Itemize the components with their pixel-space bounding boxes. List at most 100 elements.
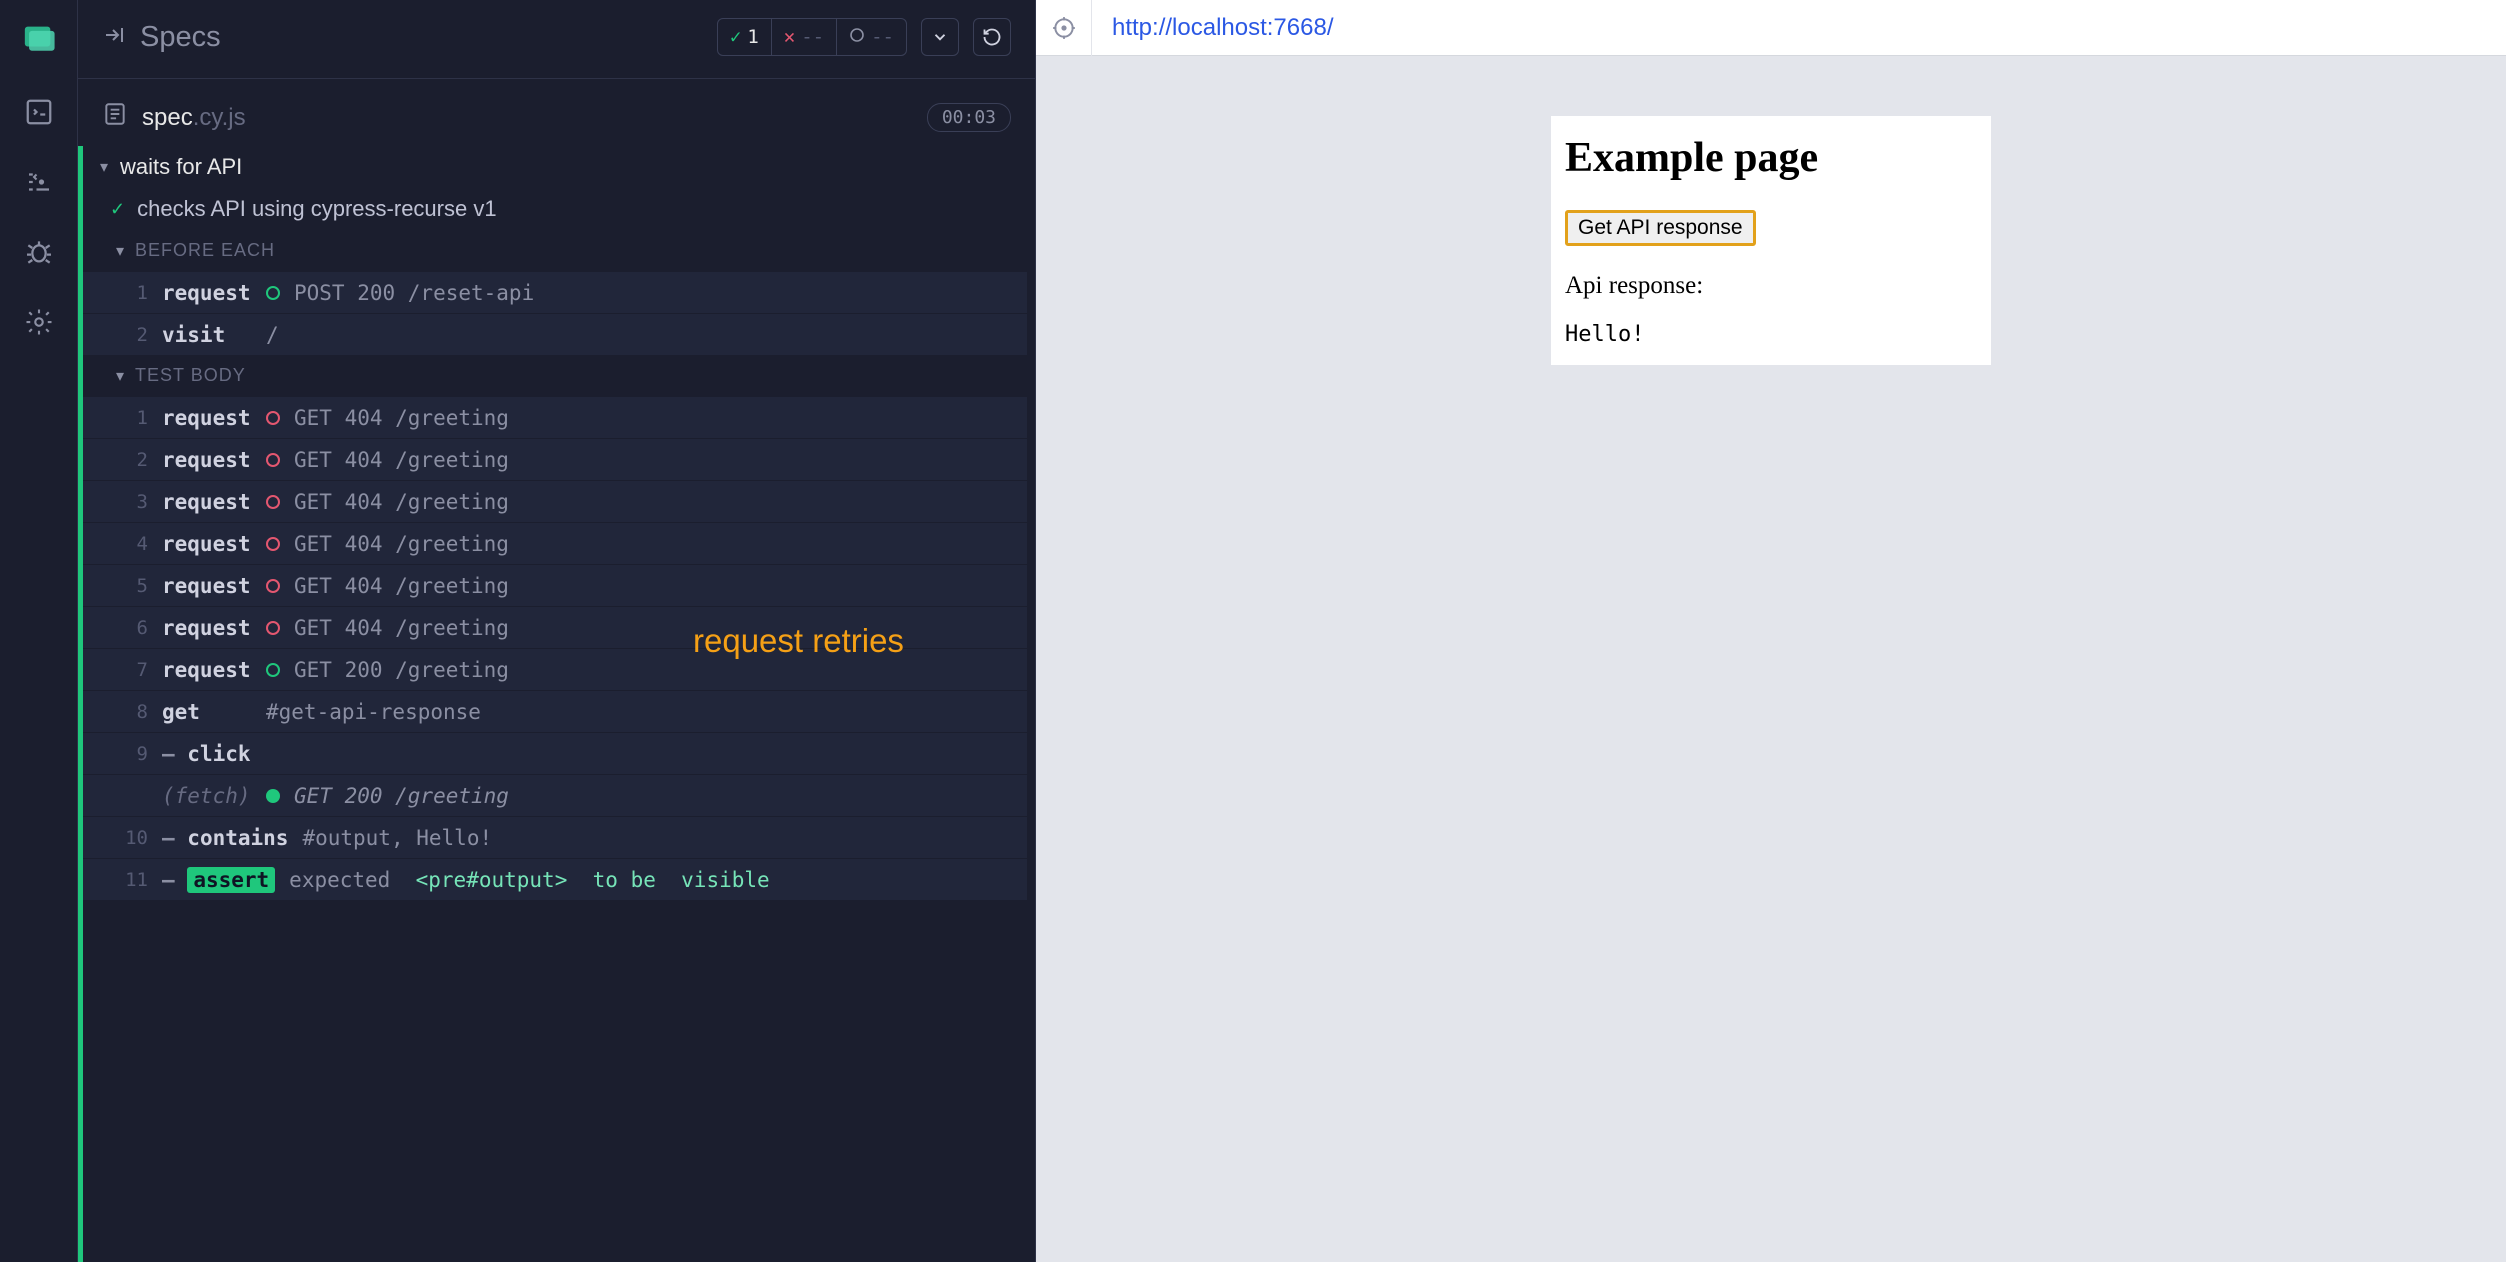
command-name: – assert [162, 868, 275, 892]
spec-file-ext: .cy.js [193, 104, 246, 131]
status-dot [266, 411, 280, 425]
command-number: 7 [116, 659, 148, 681]
pass-count: 1 [747, 26, 758, 48]
command-name: get [162, 700, 252, 724]
preview-url[interactable]: http://localhost:7668/ [1092, 14, 1353, 42]
status-dot [266, 789, 280, 803]
command-row[interactable]: 4 request GET 404 /greeting [82, 522, 1027, 564]
command-number: 2 [116, 449, 148, 471]
command-args: GET 200 /greeting [294, 658, 509, 682]
chevron-down-icon: ▾ [100, 157, 108, 177]
app-preview-panel: http://localhost:7668/ Example page Get … [1035, 0, 2506, 1262]
file-icon [102, 101, 128, 134]
command-number: 5 [116, 575, 148, 597]
status-dot [266, 286, 280, 300]
test-runner-panel: Specs ✓1 ✕-- -- spec.cy.js 00:03 [78, 0, 1035, 1262]
command-args: #output, Hello! [302, 826, 492, 850]
before-each-header[interactable]: ▾ BEFORE EACH [82, 230, 1027, 271]
aut-frame: Example page Get API response Api respon… [1551, 116, 1991, 365]
command-name: request [162, 658, 252, 682]
command-name: request [162, 574, 252, 598]
status-dot [266, 537, 280, 551]
stat-failed: ✕-- [772, 19, 837, 55]
command-number: 4 [116, 533, 148, 555]
settings-nav-icon[interactable] [23, 306, 55, 338]
selector-playground-button[interactable] [1036, 0, 1092, 56]
test-row[interactable]: ✓ checks API using cypress-recurse v1 [82, 188, 1027, 230]
pending-count: -- [871, 26, 894, 48]
page-title: Example page [1565, 134, 1977, 182]
command-number: 8 [116, 701, 148, 723]
command-name: request [162, 616, 252, 640]
spec-file-row[interactable]: spec.cy.js 00:03 [78, 79, 1035, 146]
status-dot [266, 663, 280, 677]
command-number: 2 [116, 324, 148, 346]
command-name: – click [162, 742, 252, 766]
command-row[interactable]: 6 request GET 404 /greeting [82, 606, 1027, 648]
command-row[interactable]: 1 request GET 404 /greeting [82, 396, 1027, 438]
command-name: request [162, 406, 252, 430]
command-number: 1 [116, 282, 148, 304]
command-row[interactable]: 5requestGET 404 /greeting [82, 564, 1027, 606]
command-args: GET 404 /greeting [294, 406, 509, 430]
command-number: 1 [116, 407, 148, 429]
debug-nav-icon[interactable] [23, 236, 55, 268]
spec-filename: spec [142, 104, 193, 131]
status-dot [266, 579, 280, 593]
response-label: Api response: [1565, 272, 1977, 300]
command-name: request [162, 448, 252, 472]
command-number: 6 [116, 617, 148, 639]
command-args: GET 404 /greeting [294, 616, 509, 640]
command-row[interactable]: (fetch) GET 200 /greeting [82, 774, 1027, 816]
command-number: 9 [116, 743, 148, 765]
command-args: expected <pre#output> to be visible [289, 868, 770, 892]
command-number: 11 [116, 869, 148, 891]
duration-pill: 00:03 [927, 103, 1011, 132]
pass-indicator-bar [78, 146, 83, 1262]
rerun-button[interactable] [973, 18, 1011, 56]
command-row[interactable]: 11 – assert expected <pre#output> to be vi… [82, 858, 1027, 900]
stat-passed: ✓1 [718, 19, 772, 55]
command-args: POST 200 /reset-api [294, 281, 534, 305]
nav-rail [0, 0, 78, 1262]
command-name: (fetch) [162, 784, 252, 808]
command-name: request [162, 490, 252, 514]
command-row[interactable]: 8get#get-api-response [82, 690, 1027, 732]
command-args: GET 200 /greeting [294, 784, 509, 808]
next-test-button[interactable] [921, 18, 959, 56]
test-title: checks API using cypress-recurse v1 [137, 196, 496, 222]
status-dot [266, 621, 280, 635]
get-api-response-button[interactable]: Get API response [1565, 210, 1756, 246]
command-name: request [162, 281, 252, 305]
command-row[interactable]: 2 request GET 404 /greeting [82, 438, 1027, 480]
command-log: ▾ waits for API ✓ checks API using cypre… [78, 146, 1035, 1262]
command-args: GET 404 /greeting [294, 532, 509, 556]
fail-count: -- [801, 26, 824, 48]
chevron-down-icon: ▾ [116, 241, 125, 261]
stat-pending: -- [837, 19, 906, 55]
command-name: request [162, 532, 252, 556]
command-row[interactable]: 1 request POST 200 /reset-api [82, 271, 1027, 313]
command-args: GET 404 /greeting [294, 448, 509, 472]
test-body-header[interactable]: ▾ TEST BODY [82, 355, 1027, 396]
command-name: visit [162, 323, 252, 347]
command-name: – contains [162, 826, 288, 850]
runner-header: Specs ✓1 ✕-- -- [78, 0, 1035, 79]
command-number: 3 [116, 491, 148, 513]
command-row[interactable]: 2visit/ [82, 313, 1027, 355]
command-args: GET 404 /greeting [294, 490, 509, 514]
command-row[interactable]: 9 – click [82, 732, 1027, 774]
section-label: BEFORE EACH [135, 240, 275, 261]
cypress-logo [19, 18, 59, 58]
status-dot [266, 495, 280, 509]
specs-nav-icon[interactable] [23, 96, 55, 128]
command-row[interactable]: 3 request GET 404 /greeting [82, 480, 1027, 522]
command-row[interactable]: 10– contains#output, Hello! [82, 816, 1027, 858]
section-label: TEST BODY [135, 365, 246, 386]
status-dot [266, 453, 280, 467]
chevron-down-icon: ▾ [116, 366, 125, 386]
command-row[interactable]: 7 request GET 200 /greeting [82, 648, 1027, 690]
collapse-panel-icon[interactable] [102, 23, 126, 52]
suite-row[interactable]: ▾ waits for API [82, 146, 1027, 188]
runs-nav-icon[interactable] [23, 166, 55, 198]
